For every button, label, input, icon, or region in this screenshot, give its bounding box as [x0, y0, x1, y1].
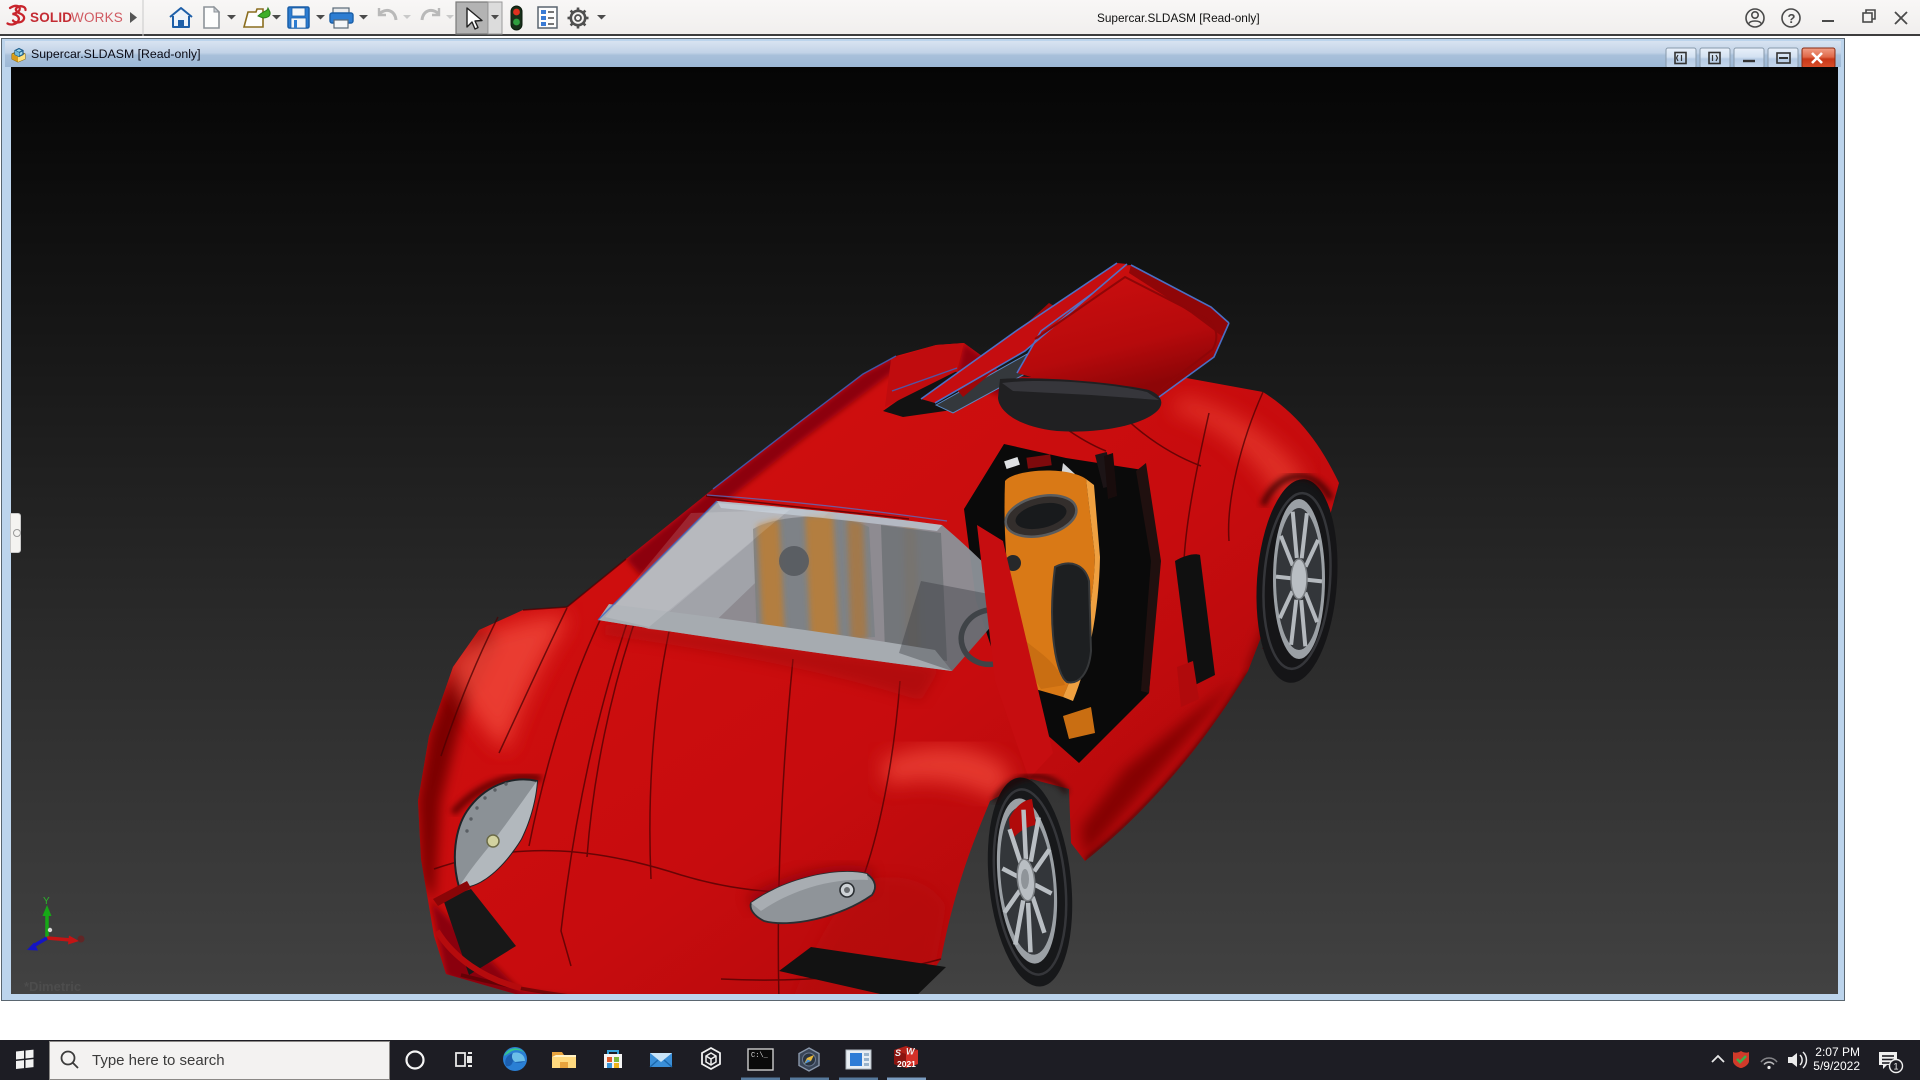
- svg-text:?: ?: [1788, 11, 1796, 26]
- svg-text:1: 1: [1894, 1062, 1899, 1072]
- svg-text:SOLID: SOLID: [30, 10, 72, 25]
- svg-text:S: S: [895, 1048, 901, 1058]
- svg-text:C:\_: C:\_: [751, 1052, 769, 1060]
- svg-text:Y: Y: [43, 896, 50, 907]
- svg-text:WORKS: WORKS: [71, 10, 123, 25]
- svg-text:2021: 2021: [897, 1059, 916, 1069]
